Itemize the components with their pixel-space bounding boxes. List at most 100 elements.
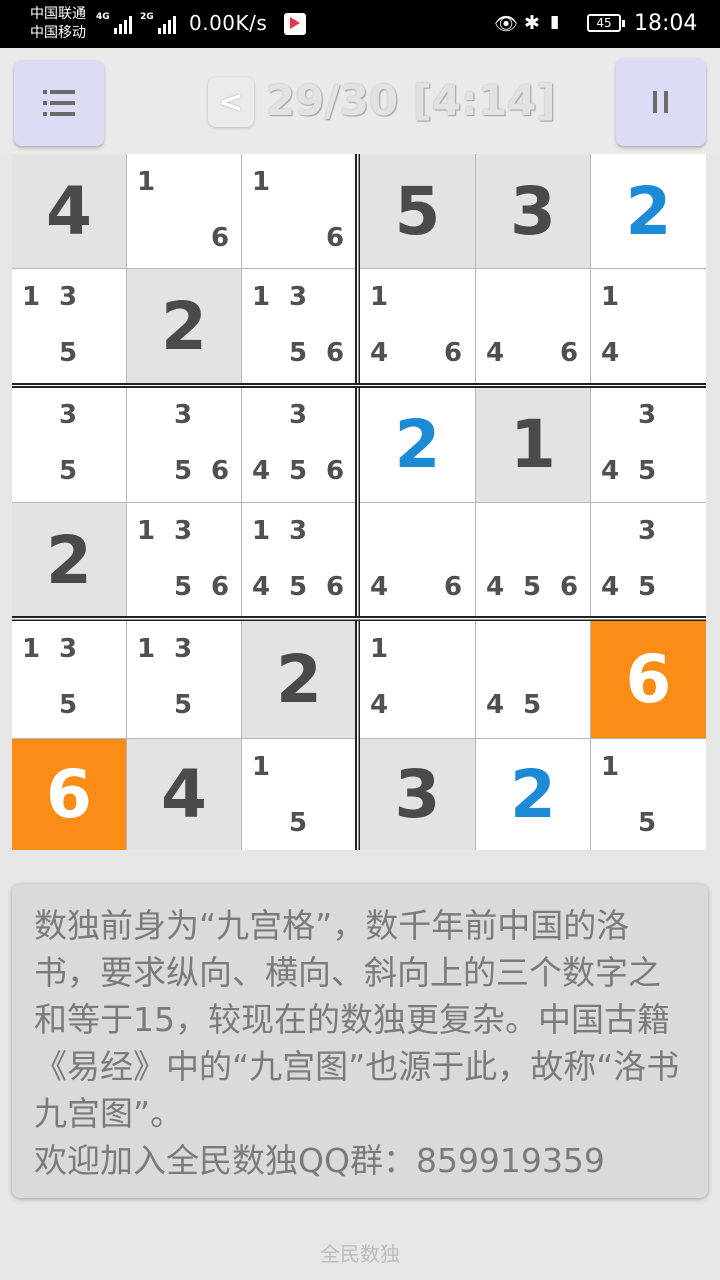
board-cell[interactable]: 13 5 xyxy=(127,621,241,738)
cell-digit: 5 xyxy=(394,172,441,250)
bluetooth-icon: ✱ xyxy=(524,12,540,34)
board-cell[interactable]: 6 xyxy=(591,621,706,738)
candidate-note: 1 xyxy=(251,282,271,312)
board-cell[interactable]: 14 xyxy=(591,269,706,383)
board-cell[interactable]: 13 56 xyxy=(242,269,356,383)
board-cell[interactable]: 345 xyxy=(591,387,706,502)
candidate-note: 3 xyxy=(173,400,193,430)
board-cell[interactable]: 2 xyxy=(476,739,590,850)
board-cell[interactable]: 13 5 xyxy=(12,621,126,738)
candidate-note: 3 xyxy=(637,516,657,546)
board-cell[interactable]: 4 xyxy=(127,739,241,850)
battery-icon: 45 xyxy=(587,14,625,32)
board-cell[interactable]: 3456 xyxy=(242,387,356,502)
board-cell[interactable]: 16 xyxy=(242,154,356,268)
board-cell[interactable]: 3 xyxy=(476,154,590,268)
candidate-note: 4 xyxy=(369,690,389,720)
board-cell[interactable]: 345 xyxy=(591,503,706,617)
cell-digit: 1 xyxy=(510,406,556,483)
carrier-1: 中国联通 xyxy=(30,6,86,22)
candidate-note: 4 xyxy=(369,338,389,368)
board-cell[interactable]: 16 xyxy=(127,154,241,268)
board-cell[interactable]: 46 xyxy=(360,503,475,617)
board-cell[interactable]: 45 xyxy=(476,621,590,738)
candidate-note: 6 xyxy=(325,338,345,368)
candidate-note: 1 xyxy=(600,282,620,312)
board-cell[interactable]: 15 xyxy=(591,739,706,850)
candidate-note: 3 xyxy=(637,400,657,430)
candidate-note: 1 xyxy=(136,634,156,664)
candidate-note: 6 xyxy=(559,338,579,368)
candidate-note: 4 xyxy=(251,456,271,486)
candidate-note: 6 xyxy=(210,456,230,486)
menu-button[interactable] xyxy=(14,60,104,146)
candidate-note: 5 xyxy=(288,572,308,602)
board-cell[interactable]: 5 xyxy=(360,154,475,268)
cell-digit: 6 xyxy=(625,641,672,718)
board-cell[interactable]: 456 xyxy=(476,503,590,617)
board-cell[interactable]: 13456 xyxy=(242,503,356,617)
sudoku-board: 4161653213521356146461435356345621345213… xyxy=(12,154,706,850)
cell-digit: 4 xyxy=(161,756,207,833)
eye-icon: 👁 xyxy=(494,13,519,35)
board-cell[interactable]: 46 xyxy=(476,269,590,383)
board-cell[interactable]: 4 xyxy=(12,154,126,268)
candidate-note: 3 xyxy=(173,516,193,546)
pause-icon xyxy=(653,91,668,113)
candidate-note: 5 xyxy=(288,456,308,486)
candidate-note: 1 xyxy=(600,752,620,782)
board-cell[interactable]: 2 xyxy=(591,154,706,268)
candidate-note: 6 xyxy=(443,572,463,602)
clock: 18:04 xyxy=(634,11,698,36)
candidate-note: 6 xyxy=(210,223,230,253)
box-divider xyxy=(12,616,706,621)
board-cell[interactable]: 2 xyxy=(242,621,356,738)
menu-icon xyxy=(43,90,75,116)
candidate-note: 3 xyxy=(288,400,308,430)
candidate-note: 1 xyxy=(136,167,156,197)
board-cell[interactable]: 6 xyxy=(12,739,126,850)
pause-button[interactable] xyxy=(616,58,706,146)
candidate-note: 4 xyxy=(485,572,505,602)
carrier-names: 中国联通 中国移动 xyxy=(30,5,86,43)
candidate-note: 4 xyxy=(251,572,271,602)
board-cell[interactable]: 3 56 xyxy=(127,387,241,502)
candidate-note: 5 xyxy=(173,572,193,602)
candidate-note: 3 xyxy=(173,634,193,664)
candidate-note: 5 xyxy=(58,690,78,720)
cell-digit: 2 xyxy=(46,521,92,599)
board-cell[interactable]: 3 xyxy=(360,739,475,850)
board-cell[interactable]: 15 xyxy=(242,739,356,850)
board-cell[interactable]: 14 xyxy=(360,621,475,738)
progress-timer: 29/30 [4:14] xyxy=(266,76,556,125)
board-cell[interactable]: 35 xyxy=(12,387,126,502)
candidate-note: 1 xyxy=(21,282,41,312)
cell-digit: 3 xyxy=(510,172,556,250)
board-cell[interactable]: 2 xyxy=(12,503,126,617)
qq-group-text: 欢迎加入全民数独QQ群：859919359 xyxy=(34,1141,605,1180)
candidate-note: 3 xyxy=(58,400,78,430)
cell-digit: 2 xyxy=(161,287,207,365)
board-cell[interactable]: 2 xyxy=(360,387,475,502)
candidate-note: 1 xyxy=(251,516,271,546)
candidate-note: 6 xyxy=(559,572,579,602)
candidate-note: 6 xyxy=(325,223,345,253)
info-text: 数独前身为“九宫格”，数千年前中国的洛书，要求纵向、横向、斜向上的三个数字之和等… xyxy=(34,906,680,1133)
cell-digit: 4 xyxy=(46,172,92,250)
candidate-note: 5 xyxy=(288,808,308,838)
candidate-note: 4 xyxy=(600,456,620,486)
board-cell[interactable]: 2 xyxy=(127,269,241,383)
candidate-note: 4 xyxy=(485,690,505,720)
candidate-note: 6 xyxy=(325,572,345,602)
candidate-note: 6 xyxy=(443,338,463,368)
board-cell[interactable]: 13 56 xyxy=(127,503,241,617)
candidate-note: 1 xyxy=(136,516,156,546)
candidate-note: 1 xyxy=(21,634,41,664)
top-bar: < 29/30 [4:14] xyxy=(0,48,720,154)
board-cell[interactable]: 13 5 xyxy=(12,269,126,383)
board-cell[interactable]: 1 4 6 xyxy=(360,269,475,383)
board-cell[interactable]: 1 xyxy=(476,387,590,502)
candidate-note: 5 xyxy=(522,572,542,602)
candidate-note: 4 xyxy=(485,338,505,368)
back-button[interactable]: < xyxy=(208,77,254,127)
